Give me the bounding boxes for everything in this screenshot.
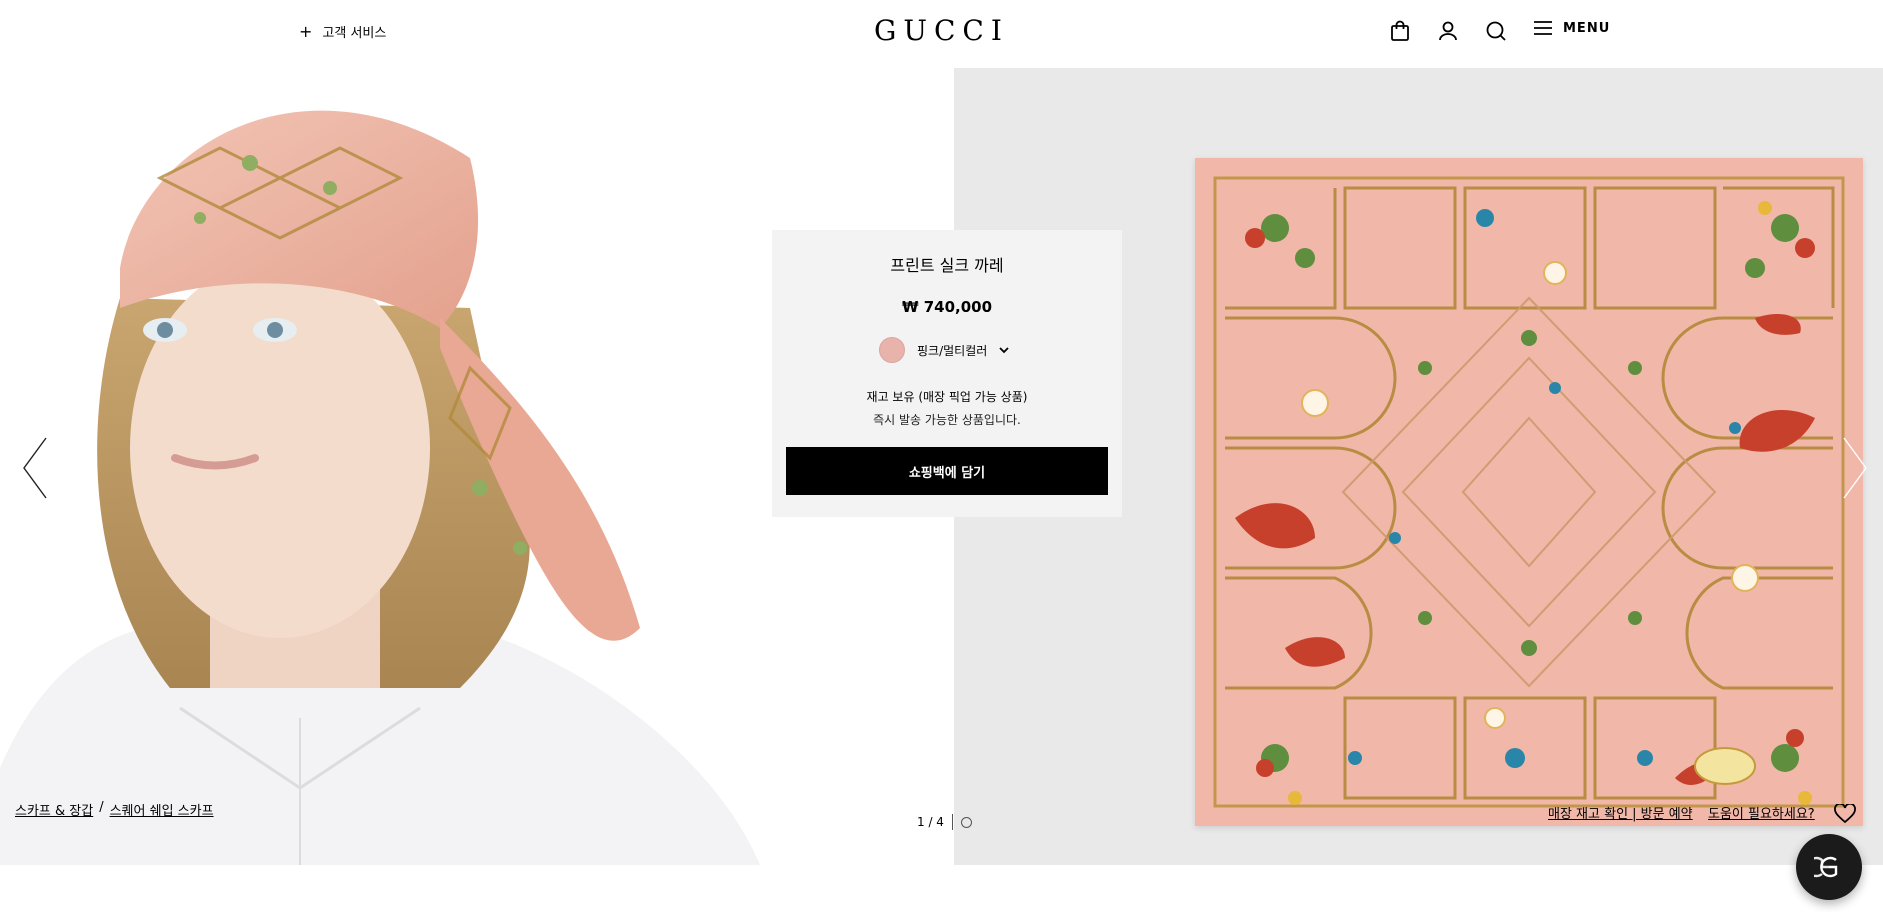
color-label: 핑크/멀티컬러	[917, 343, 988, 358]
product-info-card: 프린트 실크 까레 ₩ 740,000 핑크/멀티컬러 재고 보유 (매장 픽업…	[772, 230, 1122, 517]
pager-divider	[951, 814, 953, 830]
shopping-bag-icon[interactable]	[1389, 20, 1411, 42]
breadcrumb-separator: /	[99, 800, 104, 815]
product-title: 프린트 실크 까레	[890, 256, 1004, 275]
customer-service-link[interactable]: + 고객 서비스	[299, 22, 386, 41]
breadcrumb-category[interactable]: 스카프 & 장갑	[15, 800, 93, 819]
scarf-product-image	[1195, 158, 1863, 826]
pager-label: 1 / 4	[917, 815, 944, 829]
product-price: ₩ 740,000	[901, 298, 993, 316]
color-selector[interactable]: 핑크/멀티컬러	[879, 337, 1009, 363]
store-stock-booking-link[interactable]: 매장 재고 확인 | 방문 예약	[1548, 803, 1693, 822]
customer-service-label: 고객 서비스	[322, 26, 387, 41]
shipping-status: 즉시 발송 가능한 상품입니다.	[873, 413, 1021, 427]
breadcrumb-subcategory[interactable]: 스퀘어 쉐입 스카프	[110, 800, 214, 819]
pager-dot[interactable]	[960, 816, 972, 828]
heart-icon[interactable]	[1834, 804, 1856, 824]
gucci-chat-icon	[1814, 856, 1838, 878]
help-link[interactable]: 도움이 필요하세요?	[1708, 803, 1815, 822]
menu-button[interactable]: MENU	[1533, 20, 1610, 36]
image-pager: 1 / 4	[917, 814, 972, 830]
arrow-left-icon[interactable]	[20, 436, 50, 500]
breadcrumb: 스카프 & 장갑 / 스퀘어 쉐입 스카프	[15, 800, 214, 819]
chevron-down-icon	[999, 347, 1009, 354]
search-icon[interactable]	[1485, 20, 1507, 42]
user-icon[interactable]	[1437, 20, 1459, 42]
gucci-logo[interactable]: GUCCI	[874, 14, 1009, 47]
chat-button[interactable]	[1796, 834, 1862, 900]
arrow-right-icon[interactable]	[1840, 436, 1870, 500]
stock-status: 재고 보유 (매장 픽업 가능 상품)	[866, 390, 1028, 404]
header: + 고객 서비스 GUCCI MENU	[0, 0, 1883, 68]
hamburger-icon	[1534, 21, 1552, 35]
plus-icon: +	[299, 21, 313, 41]
menu-label: MENU	[1563, 20, 1611, 36]
color-swatch	[879, 337, 905, 363]
add-to-bag-button[interactable]: 쇼핑백에 담기	[786, 447, 1108, 495]
